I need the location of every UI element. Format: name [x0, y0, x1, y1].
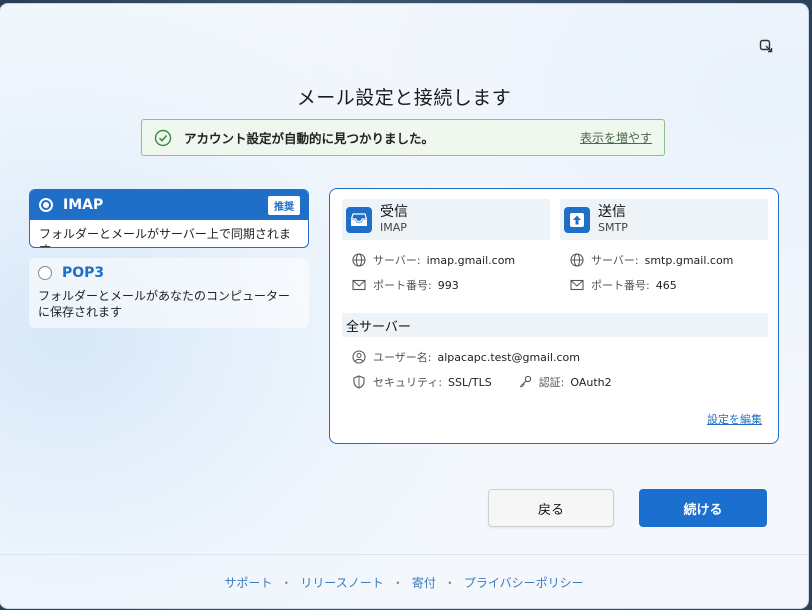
outgoing-title: 送信: [598, 204, 626, 220]
back-button[interactable]: 戻る: [488, 489, 614, 527]
incoming-server-value: imap.gmail.com: [426, 253, 516, 267]
pin-window-button[interactable]: [756, 36, 776, 56]
pop3-option-header: POP3: [29, 258, 309, 288]
imap-option-header: IMAP 推奨: [30, 190, 308, 220]
show-more-link[interactable]: 表示を増やす: [580, 129, 652, 146]
imap-description: フォルダーとメールがサーバー上で同期されます: [39, 227, 291, 247]
all-servers-header: 全サーバー: [342, 313, 768, 337]
username-label: ユーザー名:: [373, 351, 432, 364]
incoming-port-label: ポート番号:: [373, 279, 432, 292]
security-label: セキュリティ:: [373, 376, 443, 389]
page-title: メール設定と接続します: [296, 87, 512, 109]
footer-separator: ・: [443, 576, 456, 590]
pop3-description: フォルダーとメールがあなたのコンピューターに保存されます: [38, 289, 291, 319]
incoming-header: 受信 IMAP: [342, 199, 550, 240]
security-value: SSL/TLS: [448, 375, 492, 389]
release-notes-link[interactable]: リリースノート: [300, 576, 383, 590]
username-value: alpacapc.test@gmail.com: [437, 350, 581, 364]
pop3-label: POP3: [62, 265, 105, 281]
outgoing-header: 送信 SMTP: [560, 199, 768, 240]
pin-window-icon: [759, 39, 773, 53]
server-settings-panel: 受信 IMAP 送信 SMTP サーバー: imap.gmail.com ポート…: [329, 188, 779, 444]
upload-arrow-icon: [564, 206, 590, 233]
outgoing-port-row: ポート番号: 465: [570, 277, 677, 293]
outgoing-server-label: サーバー:: [591, 254, 639, 267]
edit-settings-link[interactable]: 設定を編集: [707, 411, 762, 427]
banner-message: アカウント設定が自動的に見つかりました。: [184, 131, 435, 146]
incoming-server-row: サーバー: imap.gmail.com: [352, 252, 515, 268]
incoming-server-label: サーバー:: [373, 254, 421, 267]
footer-separator: ・: [391, 576, 404, 590]
auth-value: OAuth2: [570, 375, 612, 389]
shield-icon: [352, 375, 366, 389]
privacy-policy-link[interactable]: プライバシーポリシー: [464, 576, 584, 590]
outgoing-server-row: サーバー: smtp.gmail.com: [570, 252, 733, 268]
globe-icon: [570, 253, 584, 267]
recommended-badge: 推奨: [268, 196, 300, 215]
support-link[interactable]: サポート: [224, 576, 272, 590]
user-icon: [352, 350, 366, 364]
incoming-port-row: ポート番号: 993: [352, 277, 459, 293]
continue-button[interactable]: 続ける: [639, 489, 767, 527]
outgoing-port-value: 465: [655, 278, 677, 292]
donate-link[interactable]: 寄付: [412, 576, 436, 590]
footer-separator: ・: [280, 576, 293, 590]
check-circle-icon: [154, 129, 172, 146]
incoming-protocol: IMAP: [380, 221, 407, 234]
security-row: セキュリティ: SSL/TLS 認証: OAuth2: [352, 374, 612, 390]
account-setup-dialog: メール設定と接続します アカウント設定が自動的に見つかりました。 表示を増やす …: [0, 4, 808, 608]
footer-links: サポート・リリースノート・寄付・プライバシーポリシー: [0, 574, 808, 591]
pop3-radio[interactable]: [38, 266, 52, 280]
footer-divider: [0, 554, 808, 555]
key-icon: [518, 375, 532, 389]
imap-label: IMAP: [63, 197, 104, 213]
envelope-icon: [352, 278, 366, 292]
protocol-option-imap[interactable]: IMAP 推奨 フォルダーとメールがサーバー上で同期されます: [29, 189, 309, 248]
imap-radio[interactable]: [39, 198, 53, 212]
outgoing-protocol: SMTP: [598, 221, 628, 234]
username-row: ユーザー名: alpacapc.test@gmail.com: [352, 349, 580, 365]
outgoing-port-label: ポート番号:: [591, 279, 650, 292]
inbox-tray-icon: [346, 206, 372, 233]
incoming-title: 受信: [380, 204, 408, 220]
outgoing-server-value: smtp.gmail.com: [644, 253, 734, 267]
globe-icon: [352, 253, 366, 267]
auth-label: 認証:: [538, 376, 565, 389]
incoming-port-value: 993: [437, 278, 459, 292]
protocol-option-pop3[interactable]: POP3 フォルダーとメールがあなたのコンピューターに保存されます: [29, 258, 309, 328]
autodetect-banner: アカウント設定が自動的に見つかりました。 表示を増やす: [141, 119, 665, 156]
envelope-icon: [570, 278, 584, 292]
